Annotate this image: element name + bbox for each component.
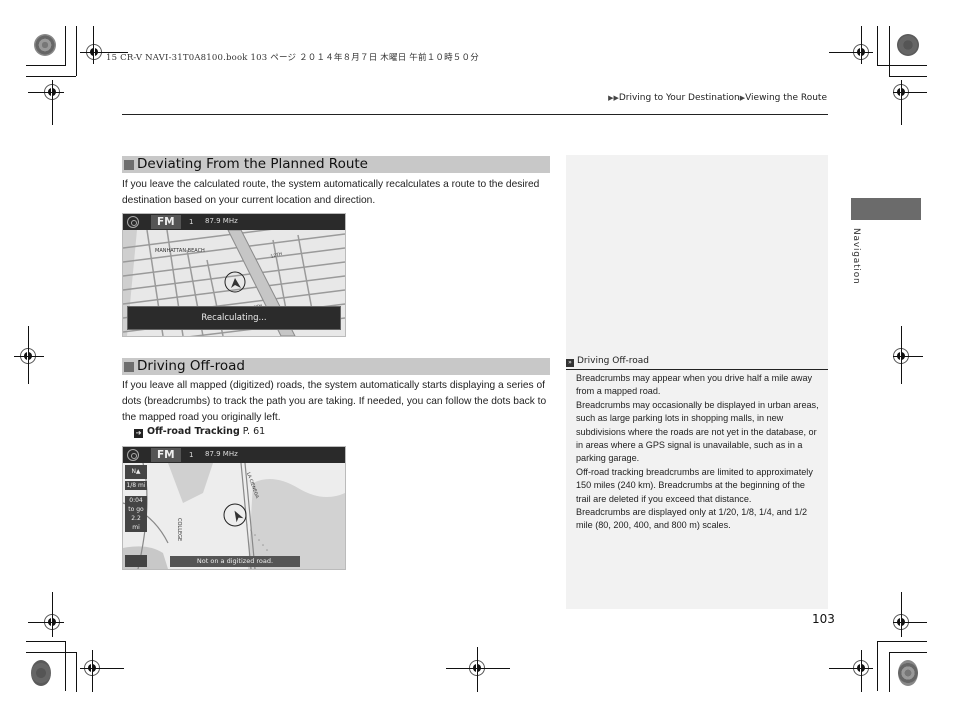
cross-reference-link[interactable]: ➔ Off-road Tracking P. 61: [134, 426, 265, 438]
square-bullet-icon: [124, 159, 134, 170]
crop-line: [26, 65, 66, 66]
preset-number: 1: [189, 218, 194, 226]
crop-line: [52, 80, 53, 125]
crop-line: [93, 26, 94, 64]
chapter-tab[interactable]: [851, 198, 921, 220]
home-icon: [127, 216, 139, 228]
crop-line: [65, 26, 66, 66]
crop-line: [877, 26, 878, 66]
crop-line: [877, 641, 927, 642]
note-paragraph: Breadcrumbs may appear when you drive ha…: [576, 373, 813, 397]
map-label: MANHATTAN BEACH: [155, 248, 205, 254]
preset-number: 1: [189, 451, 194, 459]
time-to-go: 0:04: [129, 497, 143, 504]
breadcrumb-item[interactable]: Driving to Your Destination: [619, 93, 740, 103]
crop-line: [28, 92, 64, 93]
header-rule: [122, 114, 828, 115]
crop-line: [92, 650, 93, 692]
crop-line: [861, 26, 862, 64]
section-body: If you leave the calculated route, the s…: [122, 179, 540, 206]
home-icon: [127, 449, 139, 461]
north-up-icon[interactable]: N▲: [125, 465, 147, 479]
audio-band: FM: [151, 215, 181, 229]
page-number: 103: [812, 612, 835, 626]
arrow-right-icon: ➔: [134, 429, 143, 438]
square-bullet-icon: [124, 361, 134, 372]
note-paragraph: Breadcrumbs are displayed only at 1/20, …: [576, 507, 808, 531]
chapter-tab-label: Navigation: [851, 228, 861, 285]
note-paragraph: Off-road tracking breadcrumbs are limite…: [576, 466, 813, 504]
section-body: If you leave all mapped (digitized) road…: [122, 380, 547, 423]
color-registration-rosette: [31, 660, 51, 686]
radio-frequency: 87.9 MHz: [205, 217, 238, 225]
crop-line: [28, 622, 64, 623]
crop-line: [446, 668, 510, 669]
note-paragraph: Breadcrumbs may occasionally be displaye…: [576, 399, 819, 464]
crop-line: [901, 80, 902, 125]
crop-line: [889, 76, 927, 77]
audio-band: FM: [151, 448, 181, 462]
double-triangle-icon: ▶▶: [608, 94, 619, 102]
map-scale[interactable]: 1/8 mi: [125, 481, 147, 490]
crop-line: [861, 650, 862, 692]
crop-line: [829, 52, 873, 53]
crop-line: [889, 26, 890, 76]
nav-screen-recalculating: FM 1 87.9 MHz MANHATTAN BEACH 12TH 10TH: [122, 213, 346, 337]
crop-line: [829, 668, 873, 669]
crop-line: [65, 641, 66, 691]
crop-line: [877, 641, 878, 691]
double-chevron-icon: »: [566, 359, 574, 367]
crop-line: [80, 668, 124, 669]
crop-line: [893, 622, 927, 623]
crop-line: [901, 326, 902, 384]
off-road-map: COLLEGE LA CIENEGA: [123, 463, 345, 569]
crop-line: [477, 647, 478, 692]
audio-status-bar: FM 1 87.9 MHz: [123, 214, 345, 230]
section-title: Driving Off-road: [137, 358, 246, 374]
recalculating-banner: Recalculating...: [127, 306, 341, 330]
xref-label: Off-road Tracking: [147, 426, 240, 437]
crop-line: [26, 641, 66, 642]
audio-status-bar: FM 1 87.9 MHz: [123, 447, 345, 463]
distance-value: 2.2: [131, 515, 141, 522]
note-rule: [566, 369, 828, 370]
section-heading: Driving Off-road: [122, 358, 550, 375]
crop-line: [893, 356, 923, 357]
street-label: COLLEGE: [176, 518, 182, 541]
crop-line: [893, 92, 927, 93]
breadcrumb: ▶▶Driving to Your Destination▶Viewing th…: [608, 93, 827, 103]
crop-line: [14, 356, 44, 357]
xref-page: P. 61: [242, 426, 266, 437]
map-view-button[interactable]: [125, 555, 147, 567]
map-side-panel: N▲ 1/8 mi 0:04 to go 2.2 mi: [125, 465, 147, 534]
color-registration-rosette: [898, 660, 918, 686]
crop-line: [889, 652, 890, 692]
crop-line: [26, 652, 76, 653]
note-title: Driving Off-road: [577, 356, 650, 366]
crop-line: [877, 65, 927, 66]
not-digitized-banner: Not on a digitized road.: [170, 556, 300, 567]
crop-line: [76, 26, 77, 76]
section-heading: Deviating From the Planned Route: [122, 156, 550, 173]
crop-line: [52, 592, 53, 637]
crop-line: [889, 652, 927, 653]
distance-unit: mi: [132, 524, 140, 531]
crop-line: [28, 326, 29, 384]
nav-screen-off-road: FM 1 87.9 MHz COLLEGE LA CIENEGA N▲ 1/8 …: [122, 446, 346, 570]
note-body: Breadcrumbs may appear when you drive ha…: [576, 372, 822, 533]
crop-line: [26, 76, 76, 77]
color-registration-rosette: [897, 34, 919, 56]
print-file-header: 15 CR-V NAVI-31T0A8100.book 103 ページ ２０１４…: [106, 53, 479, 63]
crop-line: [76, 652, 77, 692]
crop-line: [901, 592, 902, 637]
color-registration-rosette: [34, 34, 56, 56]
time-label: to go: [128, 506, 144, 513]
section-title: Deviating From the Planned Route: [137, 156, 368, 172]
breadcrumb-item[interactable]: Viewing the Route: [745, 93, 827, 103]
radio-frequency: 87.9 MHz: [205, 450, 238, 458]
note-heading: » Driving Off-road: [566, 356, 649, 367]
